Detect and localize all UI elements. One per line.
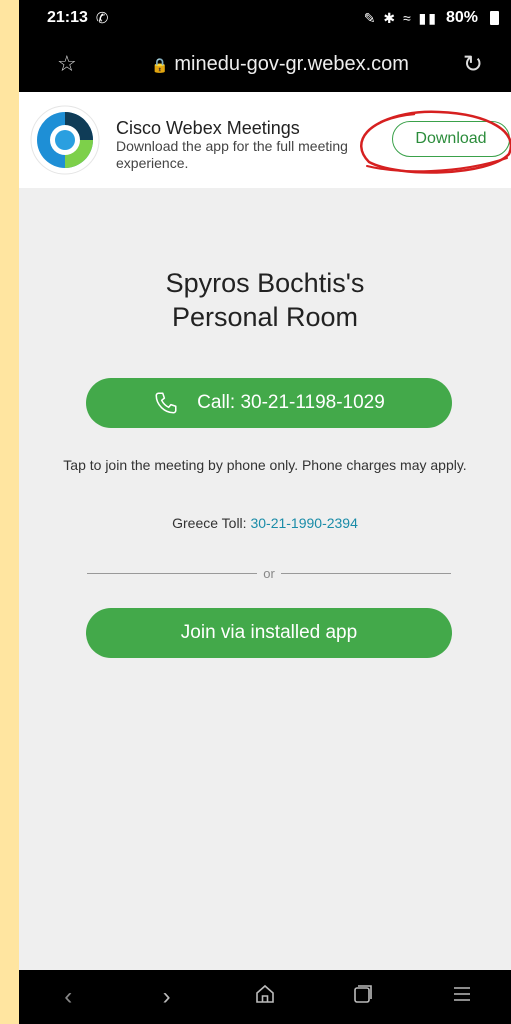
bookmark-star-icon[interactable]: ☆ (57, 51, 97, 77)
forward-icon[interactable]: › (147, 983, 187, 1011)
download-button[interactable]: Download (392, 121, 510, 157)
app-install-banner: Cisco Webex Meetings Download the app fo… (19, 92, 511, 188)
or-divider: or (87, 564, 451, 582)
phone-screen: 21:13 ✆ ✎ ✱ ≈ ▮▮ 80% ☆ 🔒 minedu-gov-gr.we… (19, 0, 511, 1024)
toll-number-link[interactable]: 30-21-1990-2394 (250, 515, 357, 531)
wifi-icon: ≈ (402, 9, 413, 26)
phone-icon (155, 392, 177, 414)
status-time: 21:13 (47, 9, 88, 26)
back-icon[interactable]: ‹ (48, 983, 88, 1011)
join-app-button[interactable]: Join via installed app (86, 608, 452, 658)
or-text: or (263, 565, 275, 581)
home-icon[interactable] (245, 983, 285, 1012)
url-field[interactable]: 🔒 minedu-gov-gr.webex.com (97, 53, 463, 76)
viber-icon: ✆ (95, 10, 109, 27)
app-name: Cisco Webex Meetings (116, 118, 300, 138)
battery-icon (490, 11, 499, 25)
call-button[interactable]: Call: 30-21-1198-1029 (86, 378, 452, 428)
phone-info-text: Tap to join the meeting by phone only. P… (63, 457, 467, 473)
page-title: Spyros Bochtis's Personal Room (165, 268, 365, 332)
meeting-page: Spyros Bochtis's Personal Room Call: 30-… (19, 188, 511, 970)
call-label: Call: 30-21-1198-1029 (197, 392, 385, 413)
mute-icon: ✎ (363, 9, 378, 26)
status-bar: 21:13 ✆ ✎ ✱ ≈ ▮▮ 80% (19, 0, 511, 36)
signal-icon: ▮▮ (418, 9, 438, 26)
reload-icon[interactable]: ↻ (463, 50, 483, 79)
browser-url-bar: ☆ 🔒 minedu-gov-gr.webex.com ↻ (19, 36, 511, 92)
menu-icon[interactable] (442, 983, 482, 1012)
webex-logo-icon (30, 105, 100, 175)
tabs-icon[interactable] (343, 983, 383, 1012)
browser-nav-bar: ‹ › (19, 970, 511, 1024)
toll-label: Greece Toll: (172, 515, 251, 531)
join-label: Join via installed app (180, 622, 358, 643)
app-description: Download the app for the full meeting ex… (116, 138, 348, 171)
battery-percent: 80% (445, 9, 478, 26)
bluetooth-icon: ✱ (383, 9, 398, 26)
lock-icon: 🔒 (150, 56, 169, 73)
toll-row: Greece Toll: 30-21-1990-2394 (19, 515, 511, 531)
status-icons: ✎ ✱ ≈ ▮▮ (364, 10, 438, 27)
url-text: minedu-gov-gr.webex.com (174, 52, 409, 75)
